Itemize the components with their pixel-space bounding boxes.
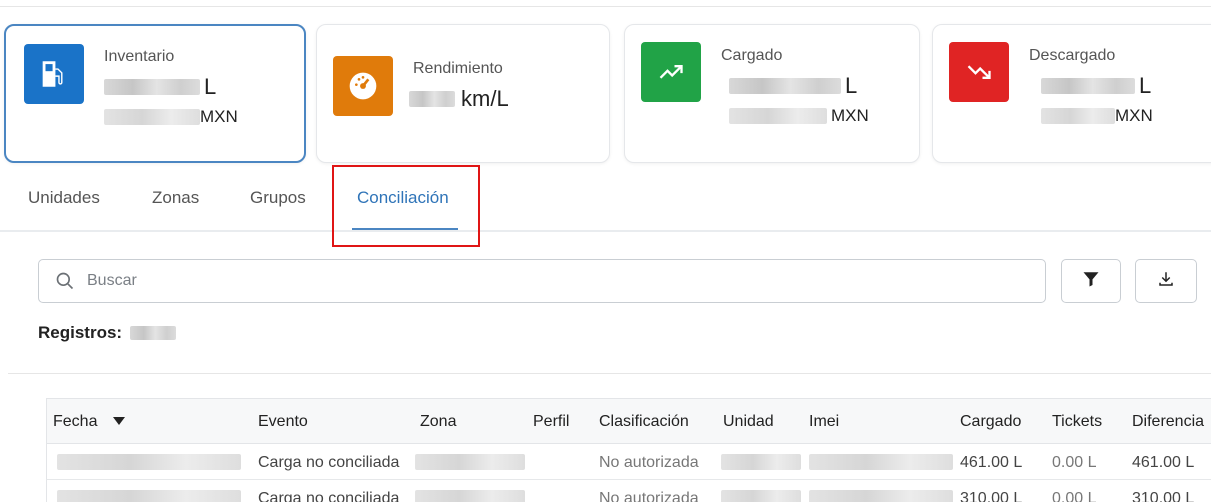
tabs-divider — [0, 230, 1211, 232]
cell-clasificacion: No autorizada — [599, 454, 699, 471]
card-title: Descargado — [1029, 47, 1116, 64]
redacted-value — [104, 109, 200, 125]
cell-unidad — [721, 454, 805, 470]
download-icon — [1157, 270, 1175, 293]
card-value-money: MXN — [1041, 106, 1153, 126]
redacted-value — [721, 490, 801, 502]
card-value-liters: L — [729, 73, 857, 99]
card-title: Rendimiento — [413, 60, 503, 77]
cell-imei — [809, 490, 957, 502]
table-header: Fecha Evento Zona Perfil Clasificación U… — [46, 398, 1211, 444]
redacted-value — [415, 490, 525, 502]
trending-down-icon — [949, 42, 1009, 102]
records-label: Registros: — [38, 323, 123, 342]
gauge-icon — [333, 56, 393, 116]
highlight-box — [332, 165, 480, 247]
card-title: Cargado — [721, 47, 783, 64]
column-header-diferencia[interactable]: Diferencia — [1132, 413, 1204, 431]
column-header-fecha[interactable]: Fecha — [53, 413, 126, 431]
column-header-clasificacion[interactable]: Clasificación — [599, 413, 689, 431]
redacted-value — [1041, 108, 1115, 124]
card-title: Inventario — [104, 48, 175, 65]
cell-cargado: 310.00 L — [960, 490, 1023, 502]
card-descargado[interactable]: Descargado L MXN — [932, 24, 1211, 163]
tab-zonas[interactable]: Zonas — [152, 188, 199, 208]
column-header-unidad[interactable]: Unidad — [723, 413, 774, 431]
redacted-value — [809, 490, 953, 502]
cell-tickets: 0.00 L — [1052, 490, 1097, 502]
redacted-value — [729, 108, 827, 124]
cell-clasificacion: No autorizada — [599, 490, 699, 502]
redacted-value — [415, 454, 525, 470]
cell-tickets: 0.00 L — [1052, 454, 1097, 471]
cell-unidad — [721, 490, 805, 502]
redacted-value — [809, 454, 953, 470]
redacted-value — [104, 79, 200, 95]
redacted-value — [721, 454, 801, 470]
redacted-value — [409, 91, 455, 107]
records-count: Registros: — [38, 323, 180, 343]
redacted-value — [1041, 78, 1135, 94]
search-box — [38, 259, 1046, 303]
card-value-money: MXN — [729, 106, 869, 126]
sort-desc-icon[interactable] — [113, 413, 126, 431]
table-row[interactable]: Carga no conciliada No autorizada 310.00… — [46, 480, 1211, 502]
cell-diferencia: 310.00 L — [1132, 490, 1195, 502]
conciliation-table: Fecha Evento Zona Perfil Clasificación U… — [46, 398, 1211, 502]
cell-fecha — [57, 490, 245, 502]
download-button[interactable] — [1135, 259, 1197, 303]
table-row[interactable]: Carga no conciliada No autorizada 461.00… — [46, 444, 1211, 480]
card-value-money: MXN — [104, 107, 238, 127]
redacted-value — [57, 490, 241, 502]
column-header-perfil[interactable]: Perfil — [533, 413, 569, 431]
top-divider — [0, 6, 1211, 7]
tab-bar: Unidades Zonas Grupos Conciliación — [0, 168, 1211, 232]
cell-diferencia: 461.00 L — [1132, 454, 1195, 471]
filter-button[interactable] — [1061, 259, 1121, 303]
cell-cargado: 461.00 L — [960, 454, 1023, 471]
column-header-cargado[interactable]: Cargado — [960, 413, 1021, 431]
search-icon — [55, 270, 77, 292]
card-inventario[interactable]: Inventario L MXN — [4, 24, 306, 163]
trending-up-icon — [641, 42, 701, 102]
card-value-km: km/L — [409, 86, 509, 112]
redacted-value — [57, 454, 241, 470]
card-rendimiento[interactable]: Rendimiento km/L — [316, 24, 610, 163]
redacted-value — [729, 78, 841, 94]
column-header-zona[interactable]: Zona — [420, 413, 456, 431]
column-header-evento[interactable]: Evento — [258, 413, 308, 431]
card-cargado[interactable]: Cargado L MXN — [624, 24, 920, 163]
cell-fecha — [57, 454, 245, 470]
search-input[interactable] — [87, 272, 987, 290]
filter-icon — [1082, 270, 1100, 293]
column-header-imei[interactable]: Imei — [809, 413, 839, 431]
fuel-pump-icon — [24, 44, 84, 104]
cell-evento: Carga no conciliada — [258, 454, 400, 471]
redacted-value — [130, 326, 177, 340]
tab-unidades[interactable]: Unidades — [28, 188, 100, 208]
cell-zona — [415, 454, 529, 470]
cell-zona — [415, 490, 529, 502]
tab-grupos[interactable]: Grupos — [250, 188, 306, 208]
section-divider — [8, 373, 1211, 374]
cell-evento: Carga no conciliada — [258, 490, 400, 502]
column-header-tickets[interactable]: Tickets — [1052, 413, 1102, 431]
card-value-liters: L — [1041, 73, 1151, 99]
cell-imei — [809, 454, 957, 470]
card-value-liters: L — [104, 74, 216, 100]
